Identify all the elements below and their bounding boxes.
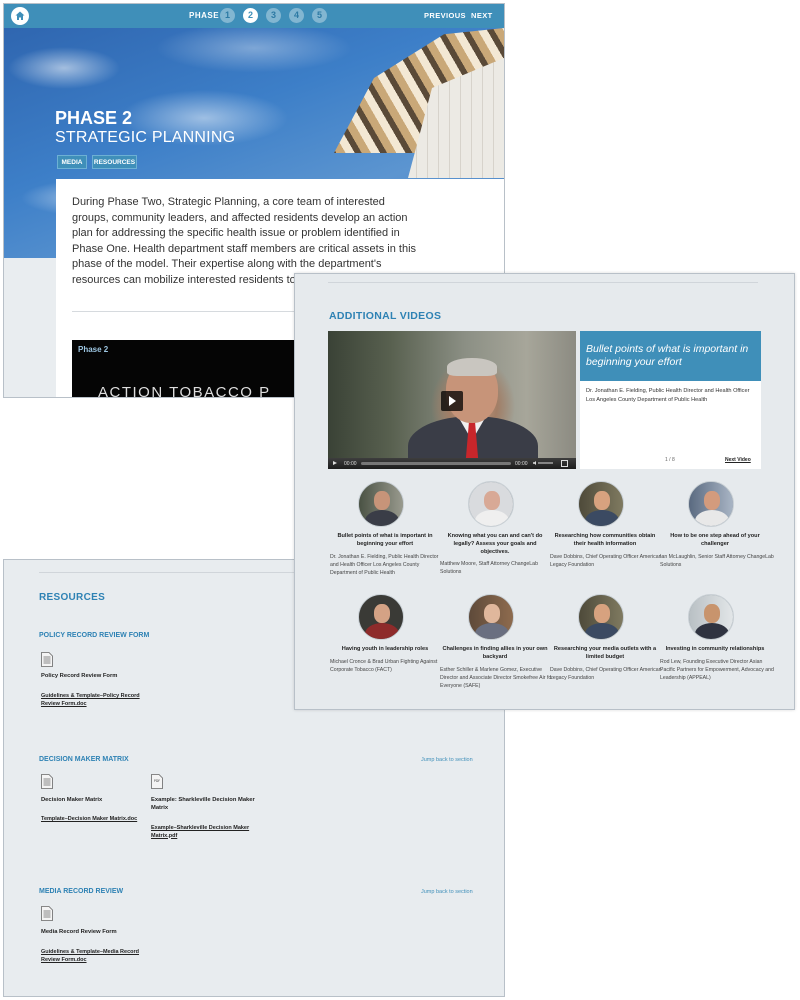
- avatar: [468, 481, 514, 527]
- video-thumbnail-title: Researching your media outlets with a li…: [553, 646, 657, 660]
- avatar: [578, 594, 624, 640]
- video-thumbnail[interactable]: Investing in community relationships Rod…: [660, 594, 774, 704]
- additional-videos-screenshot: ADDITIONAL VIDEOS 00:00 00:00 Bullet poi…: [294, 273, 795, 710]
- video-frame-hair: [447, 358, 497, 376]
- video-thumbnail[interactable]: Challenges in finding allies in your own…: [440, 594, 553, 704]
- video-thumbnail-title: How to be one step ahead of your challen…: [670, 533, 760, 547]
- video-thumbnail-credit: Ian McLaughlin, Senior Staff Attorney Ch…: [660, 554, 774, 568]
- resource-title: Example: Sharkleville Decision Maker Mat…: [151, 797, 255, 811]
- fullscreen-icon[interactable]: [561, 460, 568, 467]
- phase-video-thumbnail[interactable]: Phase 2 ACTION TOBACCO P: [72, 340, 297, 398]
- page-title: PHASE 2: [55, 108, 133, 128]
- video-thumbnail-title: Knowing what you can and can't do legall…: [447, 533, 543, 555]
- play-button[interactable]: [441, 391, 463, 411]
- video-thumbnail[interactable]: Having youth in leadership roles Michael…: [330, 594, 440, 704]
- video-thumbnail-credit: Esther Schiller & Marlene Gomez, Executi…: [440, 667, 554, 689]
- media-button[interactable]: MEDIA: [57, 155, 87, 169]
- avatar: [578, 481, 624, 527]
- page-subtitle: STRATEGIC PLANNING: [55, 129, 236, 146]
- avatar: [688, 594, 734, 640]
- phase-4-button[interactable]: 4: [289, 8, 304, 23]
- seek-bar[interactable]: [361, 462, 511, 465]
- video-thumbnail-credit: Dave Dobbins, Chief Operating Officer Am…: [550, 554, 662, 568]
- resource-download-link[interactable]: Guidelines & Template–Policy Record Revi…: [41, 693, 146, 708]
- volume-icon[interactable]: [533, 461, 555, 465]
- document-icon: [41, 652, 53, 667]
- section-title-policy-record: POLICY RECORD REVIEW FORM: [39, 632, 150, 639]
- video-thumbnail[interactable]: Researching how communities obtain their…: [550, 481, 662, 591]
- video-info-description: Dr. Jonathan E. Fielding, Public Health …: [586, 388, 750, 403]
- divider: [328, 282, 758, 283]
- phase-1-button[interactable]: 1: [220, 8, 235, 23]
- video-info-title: Bullet points of what is important in be…: [580, 331, 761, 381]
- jump-back-link[interactable]: Jump back to section: [421, 889, 473, 895]
- video-thumbnail-credit: Michael Cronce & Brad Urban Fighting Aga…: [330, 659, 438, 673]
- svg-text:PDF: PDF: [154, 779, 160, 783]
- resources-heading: RESOURCES: [39, 592, 106, 603]
- document-icon: [41, 774, 53, 789]
- resource-download-link[interactable]: Example–Sharkleville Decision Maker Matr…: [151, 825, 251, 840]
- avatar: [468, 594, 514, 640]
- resource-download-link[interactable]: Guidelines & Template–Media Record Revie…: [41, 949, 146, 964]
- resource-title: Decision Maker Matrix: [41, 797, 103, 803]
- home-icon: [15, 11, 25, 20]
- video-counter: 1 / 8: [665, 457, 675, 463]
- avatar: [688, 481, 734, 527]
- previous-link[interactable]: PREVIOUS: [424, 11, 466, 20]
- additional-videos-heading: ADDITIONAL VIDEOS: [329, 310, 442, 322]
- resources-button[interactable]: RESOURCES: [92, 155, 137, 169]
- phase-2-button[interactable]: 2: [243, 8, 258, 23]
- document-icon: [41, 906, 53, 921]
- phase-label: PHASE: [189, 11, 220, 20]
- video-thumbnail[interactable]: How to be one step ahead of your challen…: [660, 481, 774, 591]
- video-thumbnail-credit: Dave Dobbins, Chief Operating Officer Am…: [550, 667, 662, 681]
- video-thumbnail-title: Bullet points of what is important in be…: [337, 533, 433, 547]
- next-video-link[interactable]: Next Video: [725, 457, 751, 463]
- video-thumbnail-label: Phase 2: [78, 345, 109, 354]
- video-thumbnail-title: Having youth in leadership roles: [341, 646, 429, 652]
- play-icon[interactable]: [333, 461, 337, 465]
- video-thumbnail-credit: Rod Lew, Founding Executive Director Asi…: [660, 659, 774, 681]
- video-thumbnail-title: Challenges in finding allies in your own…: [442, 646, 548, 660]
- phase-5-button[interactable]: 5: [312, 8, 327, 23]
- video-thumbnail-title: Investing in community relationships: [665, 646, 765, 652]
- top-navigation-bar: PHASE 1 2 3 4 5 PREVIOUS NEXT: [4, 4, 504, 28]
- video-thumbnail[interactable]: Bullet points of what is important in be…: [330, 481, 440, 591]
- video-thumbnail[interactable]: Knowing what you can and can't do legall…: [440, 481, 550, 591]
- phase-3-button[interactable]: 3: [266, 8, 281, 23]
- resource-download-link[interactable]: Template–Decision Maker Matrix.doc: [41, 816, 146, 824]
- video-thumbnail-credit: Dr. Jonathan E. Fielding, Public Health …: [330, 554, 439, 576]
- duration: 00:00: [515, 461, 528, 467]
- home-button[interactable]: [11, 7, 29, 25]
- avatar: [358, 481, 404, 527]
- current-time: 00:00: [344, 461, 357, 467]
- section-title-media-record: MEDIA RECORD REVIEW: [39, 888, 124, 895]
- pdf-icon: PDF: [151, 774, 163, 789]
- video-thumbnail-title: Researching how communities obtain their…: [554, 533, 656, 547]
- video-thumbnail-credit: Matthew Moore, Staff Attorney ChangeLab …: [440, 561, 538, 575]
- video-info-card: Bullet points of what is important in be…: [580, 331, 761, 469]
- avatar: [358, 594, 404, 640]
- resource-title: Policy Record Review Form: [41, 673, 118, 679]
- section-title-decision-maker: DECISION MAKER MATRIX: [39, 756, 129, 763]
- resource-title: Media Record Review Form: [41, 929, 117, 935]
- divider: [39, 572, 304, 573]
- next-link[interactable]: NEXT: [471, 11, 493, 20]
- player-controls: 00:00 00:00: [328, 458, 576, 469]
- jump-back-link[interactable]: Jump back to section: [421, 757, 473, 763]
- video-thumbnail[interactable]: Researching your media outlets with a li…: [550, 594, 662, 704]
- video-player[interactable]: 00:00 00:00: [328, 331, 576, 469]
- video-thumbnail-title: ACTION TOBACCO P: [98, 384, 271, 398]
